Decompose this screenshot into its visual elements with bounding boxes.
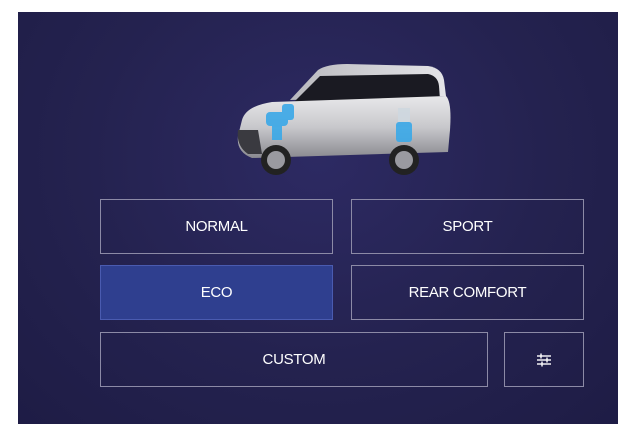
custom-settings-button[interactable]	[504, 332, 584, 387]
rear-suspension-highlight	[396, 108, 412, 142]
mode-sport-button[interactable]: SPORT	[351, 199, 584, 254]
mode-rear-comfort-button[interactable]: REAR COMFORT	[351, 265, 584, 320]
drive-mode-screen: NORMAL SPORT ECO REAR COMFORT CUSTOM	[18, 12, 618, 424]
mode-eco-button[interactable]: ECO	[100, 265, 333, 320]
minivan-image	[237, 64, 451, 175]
sliders-icon	[537, 353, 551, 366]
vehicle-illustration	[232, 60, 462, 180]
mode-normal-button[interactable]: NORMAL	[100, 199, 333, 254]
mode-custom-button[interactable]: CUSTOM	[100, 332, 488, 387]
